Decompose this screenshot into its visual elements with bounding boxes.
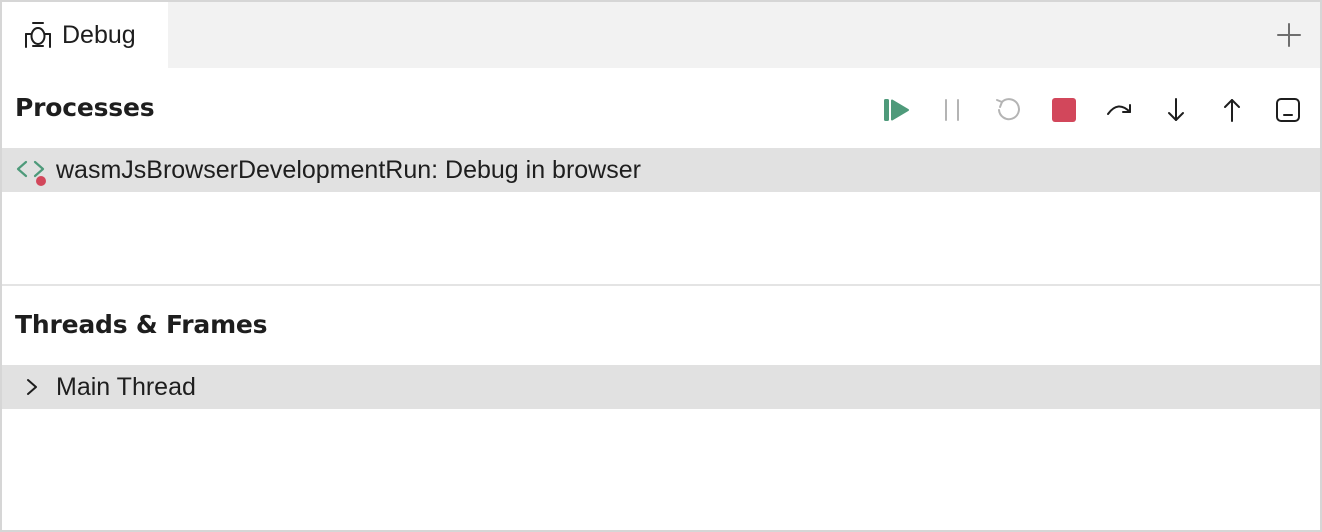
step-over-icon bbox=[1107, 104, 1131, 115]
debug-tool-window: Debug Processes wasmJsBrowserDevelopment… bbox=[0, 0, 1322, 532]
bug-icon bbox=[25, 22, 51, 48]
restart-icon bbox=[996, 98, 1020, 121]
pause-button[interactable] bbox=[934, 92, 970, 128]
stop-icon bbox=[1052, 98, 1076, 122]
process-label: wasmJsBrowserDevelopmentRun: Debug in br… bbox=[56, 156, 641, 184]
plus-icon[interactable] bbox=[1276, 22, 1302, 48]
processes-title: Processes bbox=[15, 93, 155, 122]
thread-label: Main Thread bbox=[56, 373, 196, 401]
tab-debug[interactable]: Debug bbox=[2, 2, 168, 68]
pause-icon bbox=[945, 99, 959, 121]
tab-label: Debug bbox=[62, 21, 136, 49]
process-row[interactable]: wasmJsBrowserDevelopmentRun: Debug in br… bbox=[2, 148, 1320, 192]
console-icon bbox=[1276, 98, 1300, 122]
console-button[interactable] bbox=[1270, 92, 1306, 128]
threads-frames-title: Threads & Frames bbox=[15, 310, 268, 339]
step-into-icon bbox=[1168, 98, 1184, 121]
resume-icon bbox=[884, 99, 909, 121]
step-out-icon bbox=[1224, 99, 1240, 122]
step-out-button[interactable] bbox=[1214, 92, 1250, 128]
section-divider bbox=[2, 284, 1320, 286]
code-debug-icon bbox=[16, 160, 46, 186]
thread-row-main[interactable]: Main Thread bbox=[2, 365, 1320, 409]
tab-bar: Debug bbox=[2, 2, 1320, 68]
resume-button[interactable] bbox=[878, 92, 914, 128]
step-over-button[interactable] bbox=[1102, 92, 1138, 128]
step-into-button[interactable] bbox=[1158, 92, 1194, 128]
stop-button[interactable] bbox=[1046, 92, 1082, 128]
chevron-right-icon[interactable] bbox=[22, 377, 42, 397]
restart-button[interactable] bbox=[990, 92, 1026, 128]
